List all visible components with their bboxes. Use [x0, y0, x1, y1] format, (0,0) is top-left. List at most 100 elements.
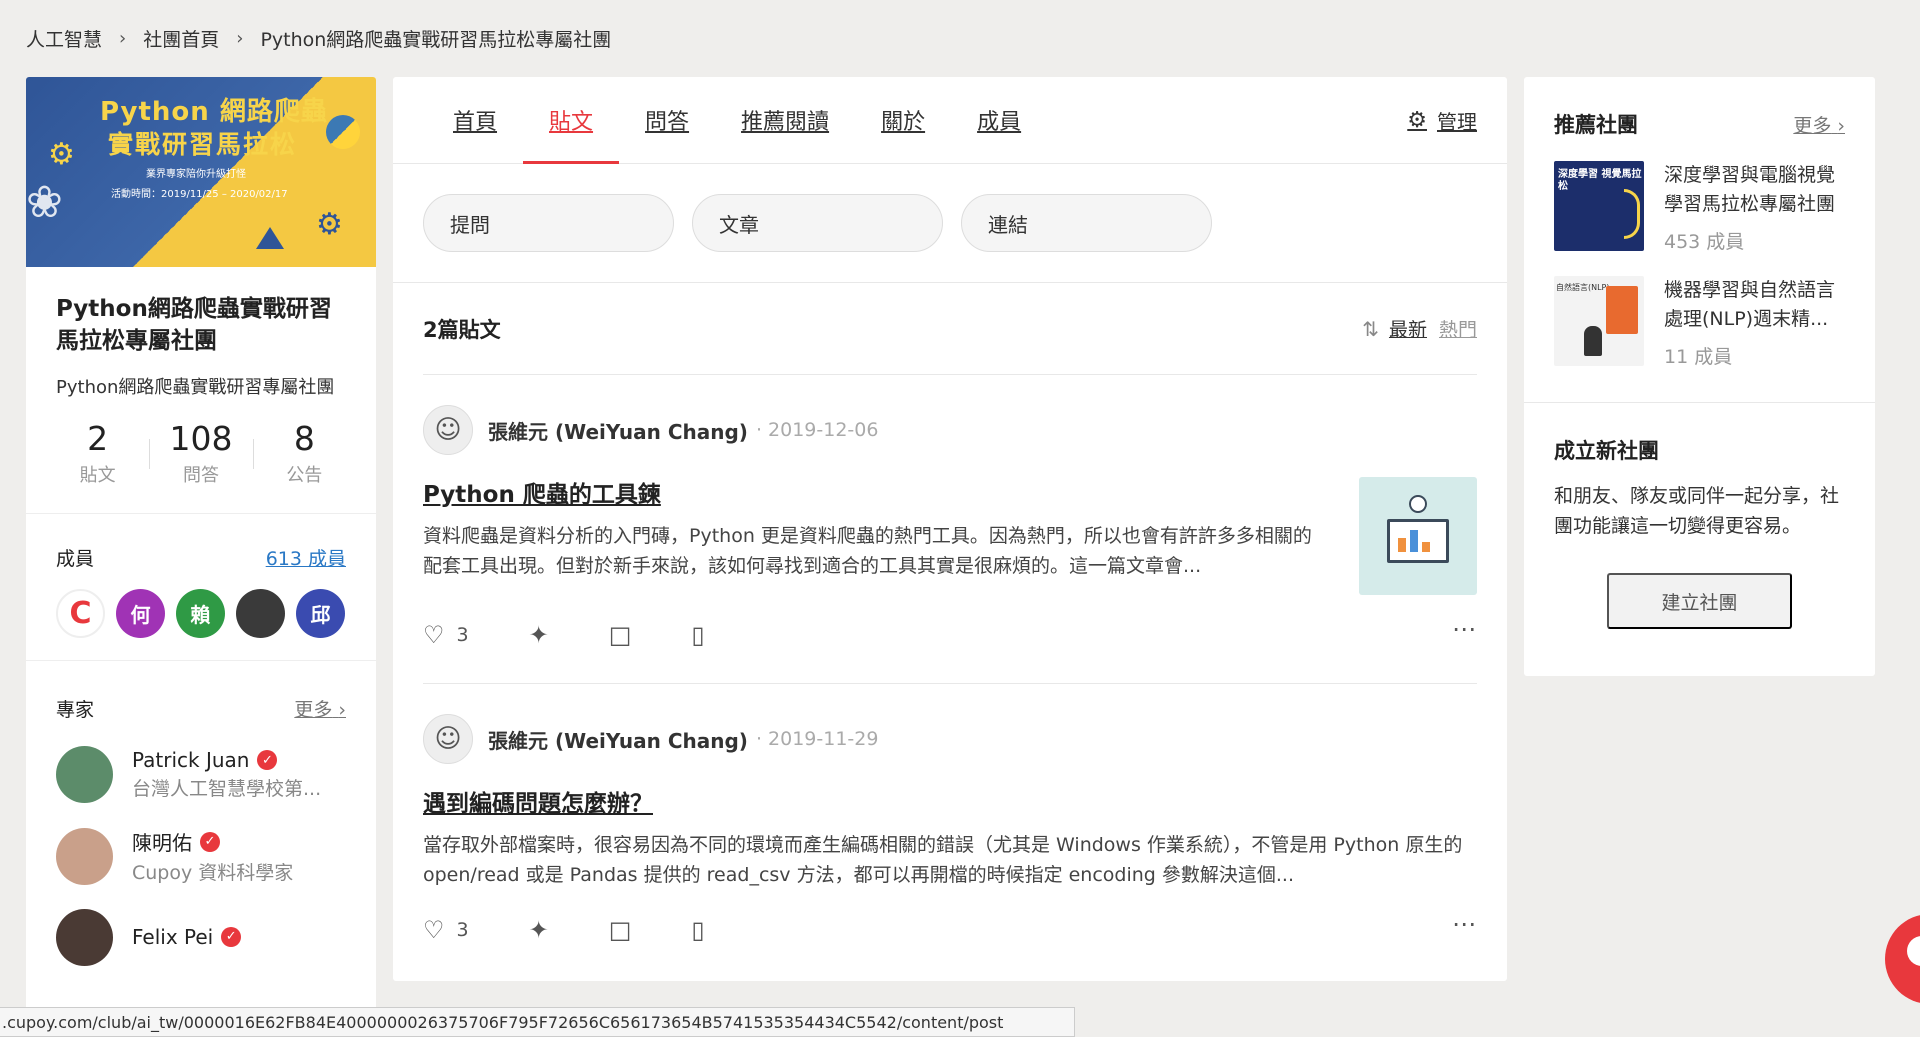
expert-name: 陳明佑 [132, 831, 192, 855]
verified-icon: ✓ [257, 750, 278, 770]
post-date: · 2019-11-29 [755, 728, 879, 750]
share-button[interactable]: ✦ [529, 621, 549, 649]
tab-about[interactable]: 關於 [855, 77, 951, 163]
club-tabs: 首頁 貼文 問答 推薦閱讀 關於 成員 ⚙ 管理 [393, 77, 1507, 164]
breadcrumb-item-current[interactable]: Python網路爬蟲實戰研習馬拉松專屬社團 [260, 25, 611, 52]
more-options-icon[interactable]: ⋯ [1452, 615, 1477, 643]
gear-icon: ⚙ [1407, 108, 1427, 133]
club-sidebar: ⚙ Python 網路爬蟲 實戰研習馬拉松 業界專家陪你升級打怪 活動時間：20… [26, 77, 376, 1037]
post-author[interactable]: ☺ 張維元 (WeiYuan Chang) · 2019-11-29 [423, 714, 878, 764]
recommended-more-link[interactable]: 更多 › [1793, 111, 1845, 138]
create-club-button[interactable]: 建立社團 [1607, 573, 1792, 629]
club-thumbnail: 自然語言(NLP) [1554, 276, 1644, 366]
python-logo-icon [326, 115, 360, 149]
experts-header: 專家 更多 › [26, 661, 376, 722]
like-count: 3 [456, 919, 469, 941]
post-author[interactable]: ☺ 張維元 (WeiYuan Chang) · 2019-12-06 [423, 405, 878, 455]
members-count-link[interactable]: 613 成員 [266, 544, 346, 571]
avatar: ☺ [423, 405, 473, 455]
cupoy-logo-icon[interactable] [1885, 914, 1920, 1004]
chevron-right-icon: › [338, 699, 346, 721]
sort-latest[interactable]: 最新 [1389, 315, 1427, 342]
link-button[interactable]: 連結 [961, 194, 1212, 252]
like-button[interactable]: ♡ 3 [423, 916, 469, 944]
author-name[interactable]: 張維元 (WeiYuan Chang) [488, 416, 748, 445]
like-button[interactable]: ♡ 3 [423, 621, 469, 649]
author-name[interactable]: 張維元 (WeiYuan Chang) [488, 725, 748, 754]
stat-label: 貼文 [79, 465, 116, 486]
expert-item[interactable]: Patrick Juan ✓ 台灣人工智慧學校第... [26, 722, 376, 803]
article-button[interactable]: 文章 [692, 194, 943, 252]
spider-icon: ❀ [26, 177, 63, 228]
post-actions: ♡ 3 ✦ □ ▯ [423, 916, 765, 944]
avatar[interactable]: C [56, 589, 105, 638]
verified-icon: ✓ [221, 926, 242, 947]
recommended-more-label: 更多 [1793, 114, 1832, 137]
chevron-right-icon: › [1837, 114, 1845, 137]
post-item[interactable]: ☺ 張維元 (WeiYuan Chang) · 2019-11-29 遇到編碼問… [423, 684, 1477, 979]
stat-value: 8 [293, 419, 315, 458]
recommended-club-item[interactable]: 自然語言(NLP) 機器學習與自然語言處理(NLP)週末精... 11 成員 [1524, 254, 1875, 369]
avatar[interactable]: 何 [116, 589, 165, 638]
triangle-decoration [256, 227, 284, 249]
club-member-count: 11 成員 [1664, 346, 1733, 368]
stat-qa[interactable]: 108 問答 [149, 417, 252, 491]
post-actions: ♡ 3 ✦ □ ▯ [423, 621, 765, 649]
tab-recommended-reading[interactable]: 推薦閱讀 [715, 77, 855, 163]
thumbnail-text: 深度學習 視覺馬拉松 [1558, 169, 1642, 192]
members-header: 成員 613 成員 [26, 514, 376, 571]
banner-dates: 活動時間：2019/11/25 – 2020/02/17 [111, 189, 288, 200]
post-title[interactable]: 遇到編碼問題怎麼辦？ [423, 784, 653, 818]
post-item[interactable]: ☺ 張維元 (WeiYuan Chang) · 2019-12-06 Pytho… [423, 375, 1477, 684]
posts-header: 2篇貼文 ⇅ 最新 熱門 [423, 283, 1477, 375]
sort-hot[interactable]: 熱門 [1439, 315, 1477, 342]
tab-qa[interactable]: 問答 [619, 77, 715, 163]
expert-name: Felix Pei [132, 924, 214, 949]
bookmark-button[interactable]: ▯ [691, 916, 704, 944]
avatar[interactable]: 賴 [176, 589, 225, 638]
post-title[interactable]: Python 爬蟲的工具鍊 [423, 475, 661, 509]
more-options-icon[interactable]: ⋯ [1452, 910, 1477, 938]
stat-announcements[interactable]: 8 公告 [252, 417, 356, 491]
new-club-description: 和朋友、隊友或同伴一起分享，社團功能讓這一切變得更容易。 [1554, 485, 1840, 537]
sort-controls: ⇅ 最新 熱門 [1362, 315, 1477, 342]
verified-icon: ✓ [200, 831, 220, 852]
question-button[interactable]: 提問 [423, 194, 674, 252]
club-thumbnail: 深度學習 視覺馬拉松 [1554, 161, 1644, 251]
stat-posts[interactable]: 2 貼文 [46, 417, 149, 491]
comment-button[interactable]: □ [609, 916, 632, 944]
club-stats: 2 貼文 108 問答 8 公告 [26, 417, 376, 491]
tab-members[interactable]: 成員 [951, 77, 1047, 163]
chevron-right-icon: › [236, 27, 244, 49]
comment-button[interactable]: □ [609, 621, 632, 649]
expert-item[interactable]: Felix Pei ✓ [26, 885, 376, 966]
member-avatars: C 何 賴 邱 [26, 571, 376, 638]
breadcrumb-item-club-home[interactable]: 社團首頁 [143, 25, 219, 52]
recommended-sidebar: 推薦社團 更多 › 深度學習 視覺馬拉松 深度學習與電腦視覺學習馬拉松專屬社團 … [1524, 77, 1875, 676]
avatar [56, 827, 113, 885]
experts-more-label: 更多 [294, 699, 333, 721]
breadcrumb-item-ai[interactable]: 人工智慧 [26, 25, 102, 52]
experts-more-link[interactable]: 更多 › [294, 695, 346, 722]
post-thumbnail[interactable] [1359, 477, 1477, 595]
manage-button[interactable]: ⚙ 管理 [1407, 77, 1477, 164]
avatar[interactable]: 邱 [296, 589, 345, 638]
avatar[interactable] [236, 589, 285, 638]
bookmark-button[interactable]: ▯ [691, 621, 704, 649]
club-main: 首頁 貼文 問答 推薦閱讀 關於 成員 ⚙ 管理 提問 文章 連結 2篇貼文 ⇅… [393, 77, 1507, 981]
recommended-club-item[interactable]: 深度學習 視覺馬拉松 深度學習與電腦視覺學習馬拉松專屬社團 453 成員 [1524, 139, 1875, 254]
avatar: ☺ [423, 714, 473, 764]
banner-title-line1: Python 網路爬蟲 [100, 97, 328, 127]
expert-item[interactable]: 陳明佑 ✓ Cupoy 資料科學家 [26, 803, 376, 885]
post-excerpt: 資料爬蟲是資料分析的入門磚，Python 更是資料爬蟲的熱門工具。因為熱門，所以… [423, 525, 1312, 577]
thumbnail-text: 自然語言(NLP) [1556, 283, 1610, 292]
tab-home[interactable]: 首頁 [427, 77, 523, 163]
manage-label: 管理 [1437, 110, 1477, 134]
club-name: 機器學習與自然語言處理(NLP)週末精... [1664, 279, 1836, 330]
share-button[interactable]: ✦ [529, 916, 549, 944]
recommended-header: 推薦社團 更多 › [1524, 77, 1875, 139]
tab-posts[interactable]: 貼文 [523, 77, 620, 164]
breadcrumb: 人工智慧 › 社團首頁 › Python網路爬蟲實戰研習馬拉松專屬社團 [26, 24, 611, 52]
recommended-title: 推薦社團 [1554, 113, 1638, 137]
bookmark-icon: ▯ [691, 621, 705, 649]
